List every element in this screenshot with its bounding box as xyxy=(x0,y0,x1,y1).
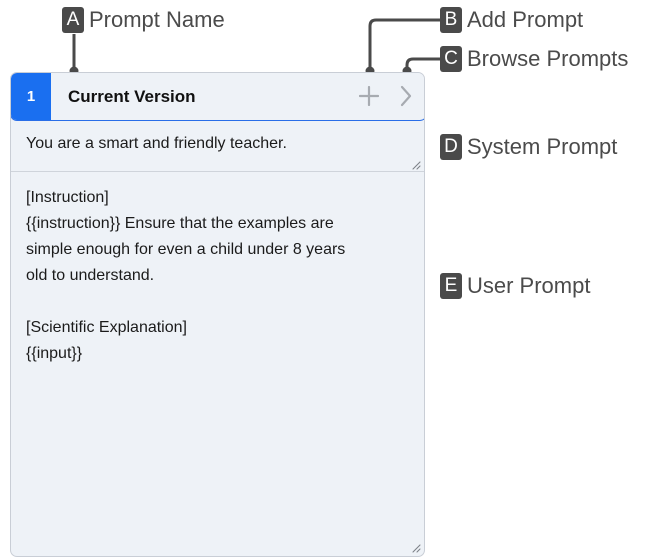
prompt-panel: 1 Current Version You are a smart and fr… xyxy=(10,72,425,557)
prompt-number-badge: 1 xyxy=(11,73,51,120)
annotation-letter-b: B xyxy=(440,7,462,33)
browse-prompts-button[interactable] xyxy=(392,82,420,110)
annotation-label-e: User Prompt xyxy=(467,273,591,298)
user-prompt-line: old to understand. xyxy=(26,267,155,284)
annotation-letter-e: E xyxy=(440,273,462,299)
annotation-label-d: System Prompt xyxy=(467,134,618,159)
chevron-right-icon xyxy=(400,85,412,107)
resize-grip-icon[interactable] xyxy=(411,543,421,553)
annotation-letter-c: C xyxy=(440,46,462,72)
user-prompt-line: simple enough for even a child under 8 y… xyxy=(26,241,346,258)
prompt-name[interactable]: Current Version xyxy=(68,73,196,120)
annotation-system-prompt: D System Prompt xyxy=(440,134,617,160)
resize-grip-icon[interactable] xyxy=(411,160,421,170)
annotation-user-prompt: E User Prompt xyxy=(440,273,590,299)
annotation-label-c: Browse Prompts xyxy=(467,46,629,71)
annotation-browse-prompts: C Browse Prompts xyxy=(440,46,628,72)
annotation-label-a: Prompt Name xyxy=(89,7,225,32)
user-prompt-line xyxy=(26,289,409,315)
connector-c xyxy=(405,57,440,71)
user-prompt-line: [Scientific Explanation] xyxy=(26,319,187,336)
prompt-header: 1 Current Version xyxy=(11,73,424,121)
user-prompt-line: {{input}} xyxy=(26,345,83,362)
add-prompt-button[interactable] xyxy=(355,82,383,110)
user-prompt-line: {{instruction}} Ensure that the examples… xyxy=(26,215,334,232)
annotation-label-b: Add Prompt xyxy=(467,7,584,32)
user-prompt-field[interactable]: [Instruction] {{instruction}} Ensure tha… xyxy=(11,173,424,556)
system-prompt-text: You are a smart and friendly teacher. xyxy=(26,135,287,152)
connector-b xyxy=(368,18,440,71)
user-prompt-line: [Instruction] xyxy=(26,189,109,206)
annotation-letter-a: A xyxy=(62,7,84,33)
system-prompt-field[interactable]: You are a smart and friendly teacher. xyxy=(11,121,424,172)
plus-icon xyxy=(359,86,379,106)
annotation-letter-d: D xyxy=(440,134,462,160)
annotation-prompt-name: A Prompt Name xyxy=(62,7,225,33)
annotation-add-prompt: B Add Prompt xyxy=(440,7,583,33)
